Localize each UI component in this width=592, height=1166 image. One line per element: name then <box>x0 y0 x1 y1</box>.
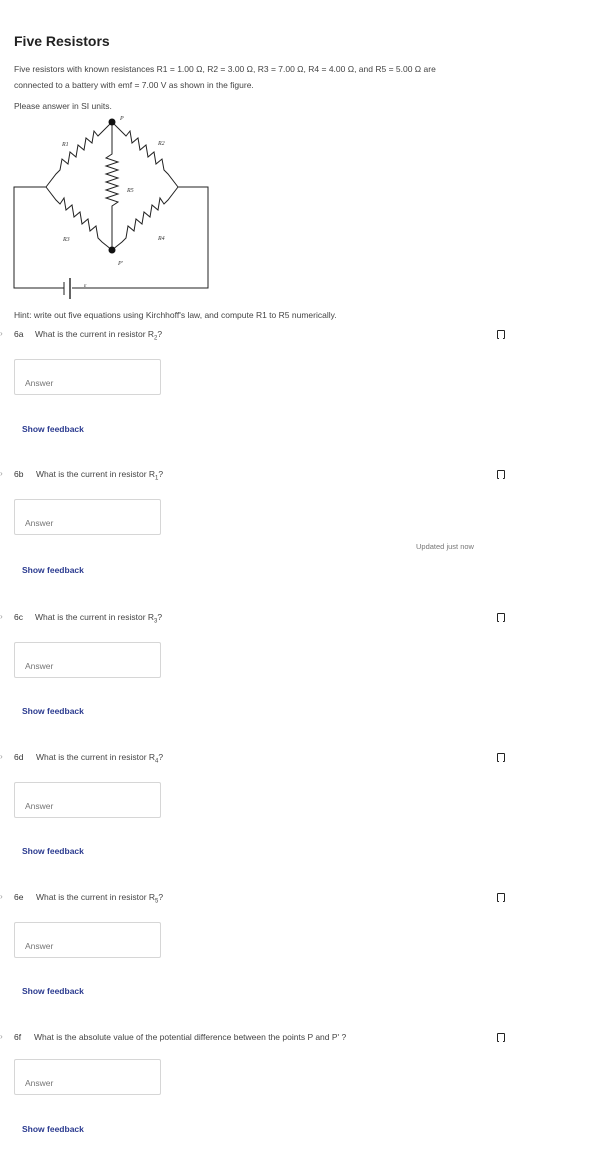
answer-input-6e[interactable] <box>14 922 161 958</box>
question-number: 6e <box>14 892 24 902</box>
question-arrow-icon: › <box>0 469 3 478</box>
label-r3: R3 <box>62 237 70 243</box>
show-feedback-link-6a[interactable]: Show feedback <box>22 424 84 434</box>
hint-text: Hint: write out five equations using Kir… <box>14 310 337 320</box>
resistor-r5 <box>104 122 120 250</box>
resistor-r4 <box>111 186 179 251</box>
question-text: What is the current in resistor R1? <box>36 469 164 482</box>
answer-input-6f[interactable] <box>14 1059 161 1095</box>
bookmark-flag-icon[interactable] <box>497 893 505 902</box>
intro-line-1: Five resistors with known resistances R1… <box>14 64 436 74</box>
right-wire <box>72 186 209 289</box>
autosave-status: Updated just now <box>416 542 474 551</box>
resistor-r1 <box>45 121 113 188</box>
question-number: 6a <box>14 329 24 339</box>
circuit-figure: P R1 R2 R5 R3 R4 P' ε <box>13 116 209 299</box>
bookmark-flag-icon[interactable] <box>497 613 505 622</box>
question-text: What is the current in resistor R4? <box>36 752 164 765</box>
label-p-prime: P' <box>117 261 124 267</box>
question-arrow-icon: › <box>0 612 3 621</box>
question-text: What is the current in resistor R2? <box>35 329 163 342</box>
question-arrow-icon: › <box>0 892 3 901</box>
answer-input-6a[interactable] <box>14 359 161 395</box>
label-r1: R1 <box>61 142 69 148</box>
question-number: 6f <box>14 1032 22 1042</box>
question-arrow-icon: › <box>0 1032 3 1041</box>
bookmark-flag-icon[interactable] <box>497 330 505 339</box>
show-feedback-link-6f[interactable]: Show feedback <box>22 1124 84 1134</box>
resistor-r2 <box>111 121 179 188</box>
label-r4: R4 <box>157 235 165 242</box>
question-text: What is the absolute value of the potent… <box>34 1032 347 1042</box>
node-p <box>108 118 116 126</box>
label-r5: R5 <box>126 188 134 194</box>
answer-input-6d[interactable] <box>14 782 161 818</box>
si-units-note: Please answer in SI units. <box>14 101 112 111</box>
question-text: What is the current in resistor R5? <box>36 892 164 905</box>
left-wire <box>13 186 64 289</box>
question-arrow-icon: › <box>0 752 3 761</box>
question-arrow-icon: › <box>0 329 3 338</box>
show-feedback-link-6c[interactable]: Show feedback <box>22 706 84 716</box>
show-feedback-link-6e[interactable]: Show feedback <box>22 986 84 996</box>
show-feedback-link-6d[interactable]: Show feedback <box>22 846 84 856</box>
label-p: P <box>119 116 124 122</box>
question-text: What is the current in resistor R3? <box>35 612 163 625</box>
question-number: 6b <box>14 469 24 479</box>
answer-input-6c[interactable] <box>14 642 161 678</box>
bookmark-flag-icon[interactable] <box>497 753 505 762</box>
bookmark-flag-icon[interactable] <box>497 470 505 479</box>
answer-input-6b[interactable] <box>14 499 161 535</box>
bookmark-flag-icon[interactable] <box>497 1033 505 1042</box>
question-number: 6c <box>14 612 23 622</box>
intro-line-2: connected to a battery with emf = 7.00 V… <box>14 80 254 90</box>
node-p-prime <box>108 246 116 254</box>
label-r2: R2 <box>157 141 165 147</box>
problem-statement: Five resistors with known resistances R1… <box>14 61 494 93</box>
page-title: Five Resistors <box>14 33 110 49</box>
question-number: 6d <box>14 752 24 762</box>
show-feedback-link-6b[interactable]: Show feedback <box>22 565 84 575</box>
resistor-r3 <box>45 186 113 251</box>
